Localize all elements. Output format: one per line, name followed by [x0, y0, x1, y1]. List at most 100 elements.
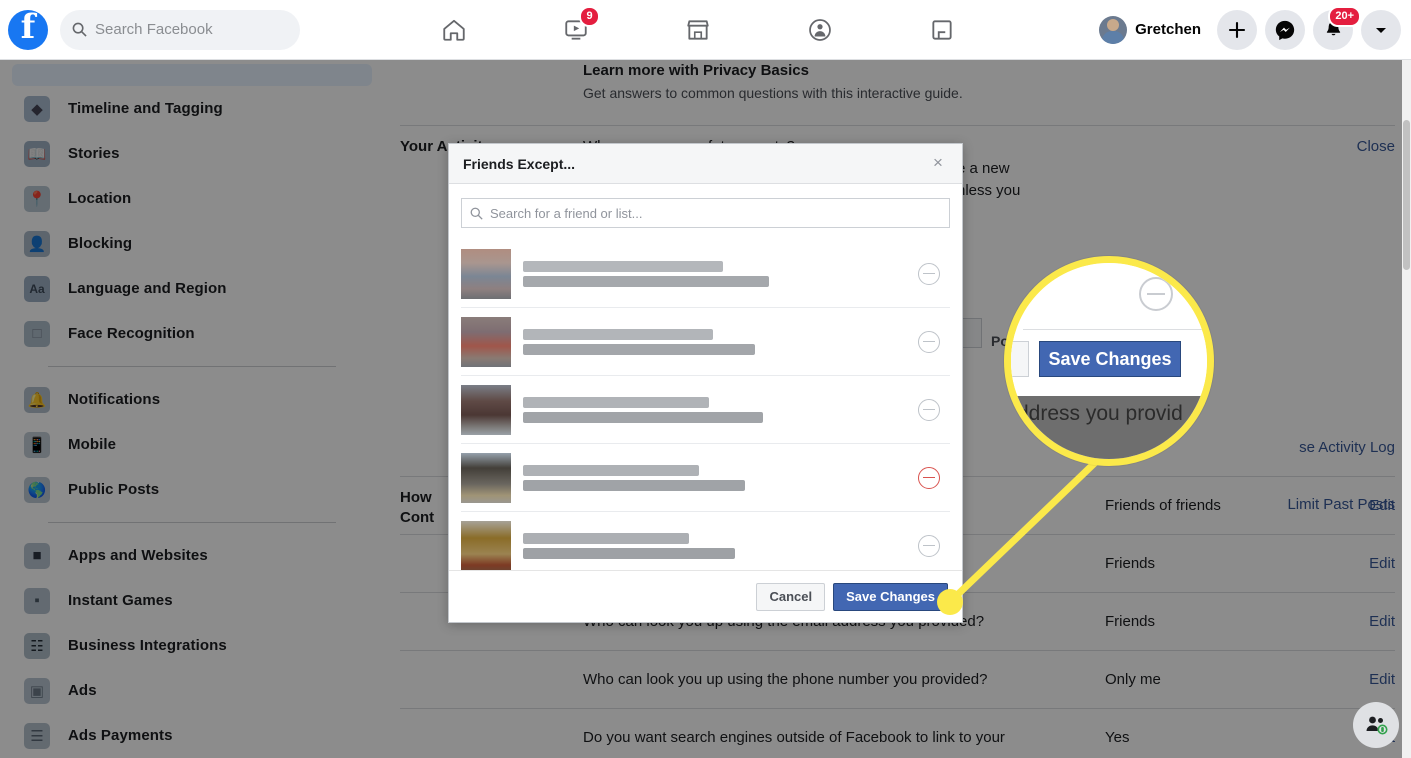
avatar [461, 384, 511, 435]
list-item[interactable] [461, 444, 950, 512]
sidebar-item-face-recognition[interactable]: □ Face Recognition [0, 311, 384, 356]
search-icon [72, 22, 87, 37]
screen: ◆ Timeline and Tagging 📖 Stories 📍 Locat… [0, 0, 1411, 758]
close-icon[interactable]: × [928, 153, 948, 174]
save-changes-button[interactable]: Save Changes [833, 582, 948, 611]
friend-name [523, 461, 950, 495]
sidebar-item-selected[interactable] [12, 64, 372, 86]
sidebar-item-timeline-and-tagging[interactable]: ◆ Timeline and Tagging [0, 86, 384, 131]
friend-name [523, 393, 950, 427]
account-menu-button[interactable] [1361, 9, 1401, 50]
remove-friend-icon[interactable] [918, 398, 940, 421]
sidebar-item-apps-and-websites[interactable]: ■ Apps and Websites [0, 533, 384, 578]
dialog-header: Friends Except... × [449, 144, 962, 184]
avatar [461, 520, 511, 570]
row-edit-link[interactable]: Edit [1335, 497, 1395, 514]
nav-watch[interactable]: 9 [554, 5, 600, 50]
zoom-background-text: ddress you provid [1017, 402, 1183, 425]
sidebar-item-ads[interactable]: ▣ Ads [0, 668, 384, 713]
sidebar-item-label: Instant Games [68, 592, 173, 609]
sidebar-item-location[interactable]: 📍 Location [0, 176, 384, 221]
future-posts-desc-line1: e a new [957, 160, 1010, 177]
row-edit-link[interactable]: Edit [1335, 555, 1395, 572]
business-icon: ☷ [24, 632, 50, 659]
row-value: Yes [1105, 729, 1130, 746]
friend-search-placeholder: Search for a friend or list... [490, 205, 643, 221]
table-row: Do you want search engines outside of Fa… [384, 709, 1411, 758]
home-icon [442, 19, 465, 41]
row-question: Do you want search engines outside of Fa… [583, 729, 1005, 746]
sidebar-item-language-and-region[interactable]: Aa Language and Region [0, 266, 384, 311]
block-user-icon: 👤 [24, 230, 50, 257]
search-placeholder: Search Facebook [95, 21, 213, 38]
row-edit-link[interactable]: Edit [1335, 671, 1395, 688]
privacy-basics-subtitle: Get answers to common questions with thi… [583, 85, 963, 101]
page-scrollbar-thumb[interactable] [1403, 120, 1410, 270]
sidebar-item-ads-payments[interactable]: ☰ Ads Payments [0, 713, 384, 758]
zoom-save-changes-label: Save Changes [1048, 348, 1172, 369]
nav-groups[interactable] [798, 10, 842, 50]
sidebar-divider [48, 522, 336, 523]
sidebar-item-notifications[interactable]: 🔔 Notifications [0, 377, 384, 422]
sidebar-item-instant-games[interactable]: ▪ Instant Games [0, 578, 384, 623]
language-icon: Aa [24, 275, 50, 302]
nav-marketplace[interactable] [676, 10, 720, 50]
sidebar-item-stories[interactable]: 📖 Stories [0, 131, 384, 176]
plus-icon [1228, 21, 1246, 38]
sidebar-item-business-integrations[interactable]: ☷ Business Integrations [0, 623, 384, 668]
list-item[interactable] [461, 376, 950, 444]
credit-card-icon: ☰ [24, 722, 50, 749]
remove-friend-icon[interactable] [918, 534, 940, 557]
sidebar-item-label: Business Integrations [68, 637, 227, 654]
groups-icon [808, 18, 831, 41]
messenger-button[interactable] [1265, 9, 1305, 50]
sidebar-item-label: Language and Region [68, 280, 227, 297]
sidebar-item-blocking[interactable]: 👤 Blocking [0, 221, 384, 266]
sidebar-item-mobile[interactable]: 📱 Mobile [0, 422, 384, 467]
remove-friend-icon[interactable] [918, 330, 940, 353]
create-button[interactable] [1217, 9, 1257, 50]
nav-gaming[interactable] [920, 10, 964, 50]
row-edit-link[interactable]: Edit [1335, 613, 1395, 630]
list-item[interactable] [461, 308, 950, 376]
account-navigation: Gretchen 20+ [1095, 5, 1401, 50]
sidebar-item-label: Face Recognition [68, 325, 195, 342]
dialog-body: Search for a friend or list... [449, 184, 962, 570]
list-item[interactable] [461, 512, 950, 570]
use-activity-log-link[interactable]: se Activity Log [1299, 439, 1395, 456]
ads-icon: ▣ [24, 677, 50, 704]
table-row: Who can look you up using the phone numb… [384, 651, 1411, 708]
friend-list[interactable] [461, 240, 950, 570]
sidebar-item-public-posts[interactable]: 🌎 Public Posts [0, 467, 384, 512]
notifications-button[interactable]: 20+ [1313, 5, 1361, 50]
globe-icon: 🌎 [24, 476, 50, 503]
sidebar-item-label: Notifications [68, 391, 161, 408]
friend-name [523, 325, 950, 359]
settings-sidebar: ◆ Timeline and Tagging 📖 Stories 📍 Locat… [0, 60, 384, 758]
search-input[interactable]: Search Facebook [60, 9, 300, 50]
bell-icon: 🔔 [24, 386, 50, 413]
list-item[interactable] [461, 240, 950, 308]
chevron-down-icon [1376, 27, 1386, 33]
row-question: Who can look you up using the phone numb… [583, 671, 988, 688]
zoom-footer-divider [1023, 329, 1207, 330]
sidebar-item-label: Ads [68, 682, 97, 699]
gaming-icon [931, 19, 952, 40]
close-link[interactable]: Close [1357, 138, 1395, 155]
remove-friend-icon [1139, 277, 1173, 311]
gamepad-icon: ▪ [24, 587, 50, 614]
book-icon: 📖 [24, 140, 50, 167]
dialog-title: Friends Except... [463, 155, 576, 172]
chat-contacts-button[interactable] [1353, 702, 1399, 748]
cancel-button[interactable]: Cancel [756, 582, 826, 611]
remove-friend-icon-selected[interactable] [918, 466, 940, 489]
sidebar-item-label: Mobile [68, 436, 117, 453]
friend-search-input[interactable]: Search for a friend or list... [461, 198, 950, 228]
remove-friend-icon[interactable] [918, 262, 940, 285]
zoom-page-background: ddress you provid [1011, 396, 1207, 459]
nav-home[interactable] [432, 10, 476, 50]
sidebar-item-label: Location [68, 190, 132, 207]
facebook-logo-icon[interactable] [8, 7, 48, 50]
profile-shortcut[interactable]: Gretchen [1095, 12, 1209, 48]
sidebar-item-label: Apps and Websites [68, 547, 208, 564]
